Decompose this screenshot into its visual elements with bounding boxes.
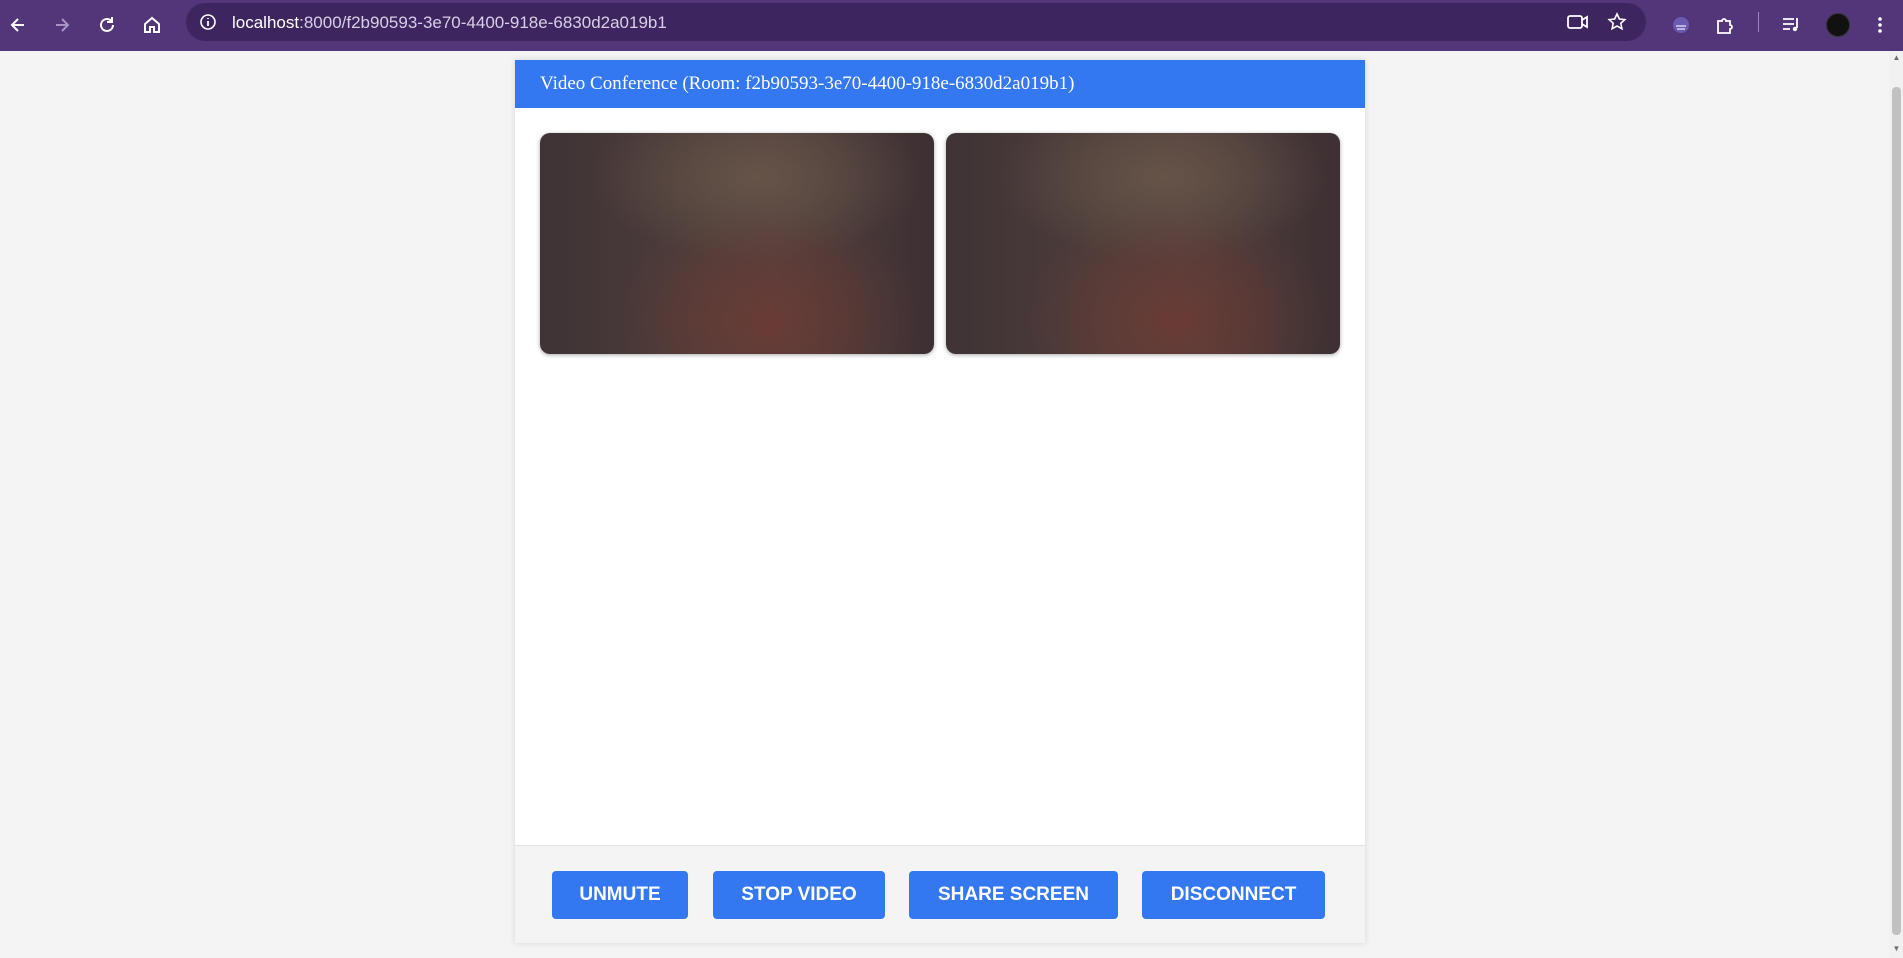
scroll-up-icon[interactable]: ▲	[1892, 53, 1901, 63]
back-icon[interactable]	[2, 9, 34, 41]
stop-video-button[interactable]: STOP VIDEO	[713, 871, 885, 919]
reload-icon[interactable]	[91, 9, 123, 41]
conference-panel: Video Conference (Room: f2b90593-3e70-44…	[515, 60, 1365, 943]
disconnect-button[interactable]: DISCONNECT	[1142, 871, 1325, 919]
browser-toolbar: localhost:8000/f2b90593-3e70-4400-918e-6…	[0, 0, 1903, 51]
profile-avatar-button[interactable]	[1822, 9, 1854, 41]
url-path: :8000/f2b90593-3e70-4400-918e-6830d2a019…	[299, 13, 667, 32]
toolbar-divider	[1758, 12, 1759, 32]
extension-profile-icon[interactable]	[1665, 9, 1697, 41]
scroll-down-icon[interactable]: ▼	[1892, 944, 1901, 954]
star-icon[interactable]	[1607, 12, 1627, 37]
share-screen-button[interactable]: SHARE SCREEN	[909, 871, 1118, 919]
home-icon[interactable]	[136, 9, 168, 41]
local-video	[540, 133, 934, 354]
site-info-icon[interactable]	[199, 13, 217, 36]
address-bar[interactable]: localhost:8000/f2b90593-3e70-4400-918e-6…	[186, 3, 1646, 41]
url-host: localhost	[232, 13, 300, 32]
conference-title: Video Conference (Room: f2b90593-3e70-44…	[515, 60, 1365, 108]
unmute-button[interactable]: UNMUTE	[552, 871, 688, 919]
forward-icon[interactable]	[46, 9, 78, 41]
scrollbar-thumb[interactable]	[1892, 87, 1901, 935]
menu-icon[interactable]	[1864, 9, 1896, 41]
camera-icon[interactable]	[1566, 13, 1590, 36]
controls-bar: UNMUTE STOP VIDEO SHARE SCREEN DISCONNEC…	[515, 845, 1365, 943]
avatar	[1826, 13, 1850, 37]
media-queue-icon[interactable]	[1775, 9, 1807, 41]
extensions-icon[interactable]	[1709, 9, 1741, 41]
url-text[interactable]: localhost:8000/f2b90593-3e70-4400-918e-6…	[232, 13, 667, 33]
remote-video	[946, 133, 1340, 354]
